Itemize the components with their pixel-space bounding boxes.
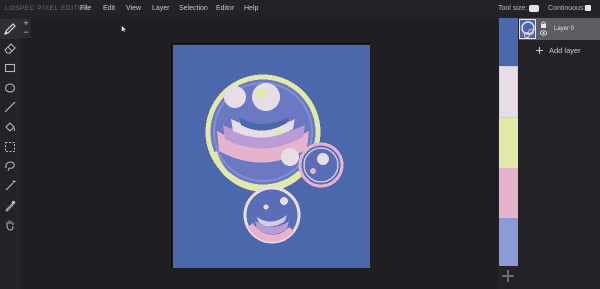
palette-swatch[interactable]: [499, 218, 518, 266]
tool-size-input[interactable]: [529, 5, 539, 12]
line-tool[interactable]: [3, 100, 17, 114]
layer-thumbnail: [519, 19, 536, 39]
layers-panel: Layer 0 Add layer: [519, 18, 600, 289]
layer-name: Layer 0: [554, 26, 575, 32]
pan-tool[interactable]: [3, 218, 17, 232]
menu-file[interactable]: File: [80, 5, 91, 12]
tool-size-label: Tool size:: [498, 5, 528, 12]
color-palette: [498, 18, 519, 289]
menu-view[interactable]: View: [126, 5, 141, 12]
layer-item[interactable]: Layer 0: [519, 18, 600, 40]
fill-tool[interactable]: [3, 120, 17, 134]
selection-icon: [5, 142, 15, 152]
palette-swatch[interactable]: [499, 118, 518, 168]
eraser-icon: [4, 43, 16, 54]
rectangle-icon: [4, 63, 16, 73]
eye-icon[interactable]: [540, 30, 547, 36]
lasso-icon: [5, 161, 15, 172]
add-layer-button[interactable]: Add layer: [549, 46, 581, 55]
app-title: LOSPEC PIXEL EDITOR: [5, 5, 90, 12]
eyedropper-tool[interactable]: [3, 199, 17, 213]
brush-size-decrease-button[interactable]: −: [21, 28, 31, 38]
palette-swatch[interactable]: [499, 168, 518, 218]
menu-edit[interactable]: Edit: [103, 5, 115, 12]
continuous-label: Continuous:: [548, 5, 586, 12]
pencil-icon: [4, 23, 16, 35]
drawing-canvas[interactable]: [173, 45, 370, 268]
menu-bar: LOSPEC PIXEL EDITOR File Edit View Layer…: [0, 0, 600, 18]
magic-wand-icon: [5, 180, 16, 191]
line-icon: [4, 101, 16, 113]
menu-help[interactable]: Help: [244, 5, 258, 12]
mouse-cursor-icon: [121, 25, 127, 33]
menu-editor[interactable]: Editor: [216, 5, 234, 12]
eyedropper-icon: [5, 200, 16, 212]
rectangle-tool[interactable]: [3, 61, 17, 75]
tools-toolbar: [0, 18, 21, 289]
magic-wand-tool[interactable]: [3, 179, 17, 193]
continuous-checkbox[interactable]: [585, 5, 591, 11]
select-tool[interactable]: [3, 140, 17, 154]
brush-tool[interactable]: [0, 19, 21, 39]
plus-icon[interactable]: [536, 47, 543, 54]
bucket-icon: [5, 122, 15, 132]
lock-icon[interactable]: [540, 21, 547, 28]
small-bubble: [243, 186, 301, 244]
canvas-frame: [171, 43, 370, 268]
lasso-tool[interactable]: [3, 159, 17, 173]
palette-swatch-selected[interactable]: [499, 66, 518, 118]
palette-swatch[interactable]: [499, 18, 518, 66]
medium-bubble: [298, 142, 344, 188]
menu-layer[interactable]: Layer: [152, 5, 170, 12]
ellipse-icon: [4, 83, 16, 93]
eraser-tool[interactable]: [3, 41, 17, 55]
ellipse-tool[interactable]: [3, 81, 17, 95]
menu-selection[interactable]: Selection: [179, 5, 208, 12]
hand-icon: [6, 220, 14, 231]
add-color-button[interactable]: [502, 270, 514, 282]
